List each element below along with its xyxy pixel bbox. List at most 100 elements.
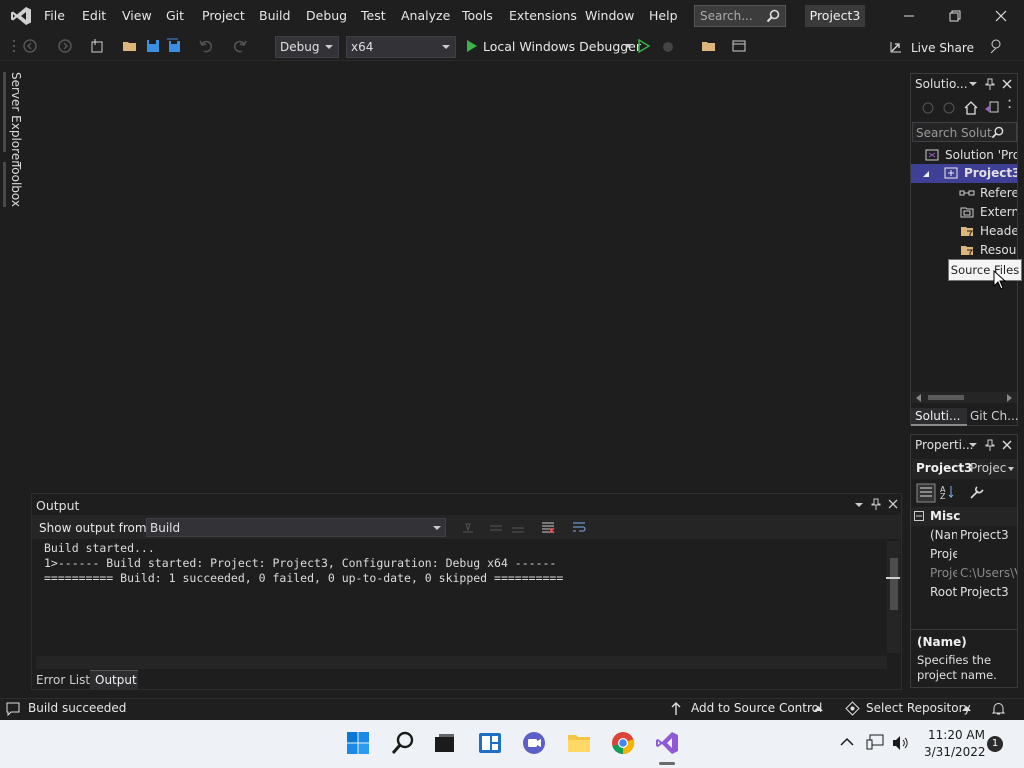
tab-git-changes[interactable]: Git Ch... — [970, 409, 1019, 423]
menu-analyze[interactable]: Analyze — [401, 8, 450, 23]
tree-item-solution[interactable]: Solution 'Proj — [925, 146, 1017, 165]
tree-item-header-files[interactable]: Heade — [959, 222, 1017, 241]
project-name-badge[interactable]: Project3 — [805, 5, 865, 27]
output-close-icon[interactable] — [887, 498, 899, 510]
panel-dropdown-icon[interactable] — [853, 499, 865, 511]
output-source-combo[interactable]: Build — [146, 518, 446, 537]
tab-error-list[interactable]: Error List — [36, 673, 90, 687]
debugger-dropdown-icon[interactable] — [620, 38, 636, 54]
live-share-button[interactable]: Live Share — [911, 41, 974, 55]
property-row[interactable]: Root Project3 — [930, 583, 1017, 602]
solexp-close-icon[interactable] — [1001, 78, 1013, 90]
output-horizontal-scrollbar[interactable] — [36, 656, 887, 669]
menu-edit[interactable]: Edit — [82, 8, 106, 23]
configuration-combo[interactable]: Debug — [275, 36, 339, 58]
properties-dropdown-icon[interactable] — [968, 440, 978, 450]
menu-view[interactable]: View — [122, 8, 152, 23]
expander-icon[interactable] — [922, 170, 930, 178]
select-repository-button[interactable]: Select Repository — [866, 701, 971, 715]
menu-debug[interactable]: Debug — [306, 8, 347, 23]
back-nav-icon[interactable] — [22, 38, 38, 54]
search-box[interactable]: Search... — [694, 5, 786, 27]
open-folder-icon[interactable] — [122, 38, 138, 54]
add-to-source-control-button[interactable]: Add to Source Control — [691, 701, 822, 715]
properties-pin-icon[interactable] — [984, 439, 996, 451]
word-wrap-icon[interactable] — [571, 520, 587, 536]
property-row[interactable]: Proje — [930, 545, 1017, 564]
clear-all-icon[interactable] — [540, 520, 556, 536]
tree-item-project[interactable]: Project3 — [911, 164, 1017, 183]
chevron-up-icon[interactable] — [840, 737, 854, 747]
property-pages-icon[interactable] — [969, 484, 985, 500]
tree-item-resource-files[interactable]: Resour — [959, 241, 1017, 260]
home-icon[interactable] — [963, 100, 979, 116]
menu-tools[interactable]: Tools — [462, 8, 493, 23]
alphabetical-icon[interactable]: AZ — [940, 484, 956, 500]
new-project-icon[interactable] — [89, 38, 105, 54]
layout-icon[interactable] — [731, 38, 747, 54]
property-category[interactable]: Misc — [911, 507, 1017, 526]
task-view-icon[interactable] — [432, 730, 458, 756]
property-row[interactable]: (Nan Project3 — [930, 526, 1017, 545]
widgets-icon[interactable] — [477, 730, 503, 756]
redo-icon[interactable] — [232, 38, 248, 54]
categorized-icon[interactable] — [916, 483, 936, 503]
teams-chat-icon[interactable] — [521, 730, 547, 756]
start-without-debugging-icon[interactable] — [636, 38, 652, 54]
platform-combo[interactable]: x64 — [346, 36, 456, 58]
debugger-label[interactable]: Local Windows Debugger — [483, 39, 641, 54]
hot-reload-icon[interactable] — [660, 38, 676, 54]
minimize-icon[interactable] — [901, 8, 917, 24]
solexp-pin-icon[interactable] — [984, 78, 996, 90]
volume-icon[interactable] — [891, 735, 909, 751]
notification-count-badge[interactable]: 1 — [987, 736, 1003, 752]
caret-up-icon[interactable] — [962, 706, 971, 712]
toolbox-tab[interactable]: Toolbox — [9, 162, 23, 207]
file-explorer-icon[interactable] — [566, 730, 592, 756]
save-all-icon[interactable] — [166, 38, 182, 54]
scroll-thumb[interactable] — [890, 558, 898, 610]
menu-test[interactable]: Test — [361, 8, 386, 23]
taskbar-time[interactable]: 11:20 AM — [928, 728, 985, 742]
tree-item-external[interactable]: Externa — [959, 203, 1017, 222]
prev-message-icon[interactable] — [488, 520, 504, 536]
taskbar-date[interactable]: 3/31/2022 — [924, 745, 986, 759]
start-debugging-icon[interactable] — [464, 38, 480, 54]
tab-solution-explorer[interactable]: Soluti... — [911, 408, 967, 426]
restore-icon[interactable] — [947, 8, 963, 24]
feedback-icon[interactable] — [988, 38, 1004, 54]
solexp-dropdown-icon[interactable] — [968, 79, 978, 89]
solexp-back-icon[interactable] — [921, 101, 935, 115]
forward-nav-icon[interactable] — [57, 38, 73, 54]
find-message-icon[interactable] — [460, 520, 476, 536]
menu-extensions[interactable]: Extensions — [509, 8, 577, 23]
visual-studio-logo-icon[interactable] — [10, 6, 32, 26]
tab-output[interactable]: Output — [90, 670, 138, 689]
scroll-thumb[interactable] — [928, 395, 964, 400]
solution-folder-icon[interactable] — [701, 38, 717, 54]
properties-object-combo[interactable]: Project3 Projec — [912, 459, 1017, 479]
pin-icon[interactable] — [870, 498, 882, 510]
property-row[interactable]: Proje C:\Users\V — [930, 564, 1017, 583]
next-message-icon[interactable] — [510, 520, 526, 536]
switch-views-icon[interactable] — [984, 100, 1000, 116]
menu-build[interactable]: Build — [259, 8, 290, 23]
solexp-search-input[interactable]: Search Solut — [912, 122, 1017, 142]
menu-window[interactable]: Window — [585, 8, 634, 23]
menu-git[interactable]: Git — [166, 8, 184, 23]
menu-file[interactable]: File — [44, 8, 65, 23]
caret-up-icon[interactable] — [814, 706, 823, 712]
search-icon[interactable] — [390, 730, 416, 756]
visual-studio-taskbar-icon[interactable] — [654, 730, 680, 756]
menu-help[interactable]: Help — [649, 8, 678, 23]
solexp-overflow-icon[interactable]: ⠅ — [1007, 98, 1016, 112]
properties-close-icon[interactable] — [1001, 439, 1013, 451]
notifications-bell-icon[interactable] — [991, 701, 1006, 716]
undo-icon[interactable] — [198, 38, 214, 54]
collapse-icon[interactable] — [914, 511, 924, 521]
server-explorer-tab[interactable]: Server Explorer — [9, 72, 23, 165]
menu-project[interactable]: Project — [202, 8, 245, 23]
windows-start-icon[interactable] — [345, 730, 371, 756]
save-icon[interactable] — [145, 38, 161, 54]
close-icon[interactable] — [993, 8, 1009, 24]
